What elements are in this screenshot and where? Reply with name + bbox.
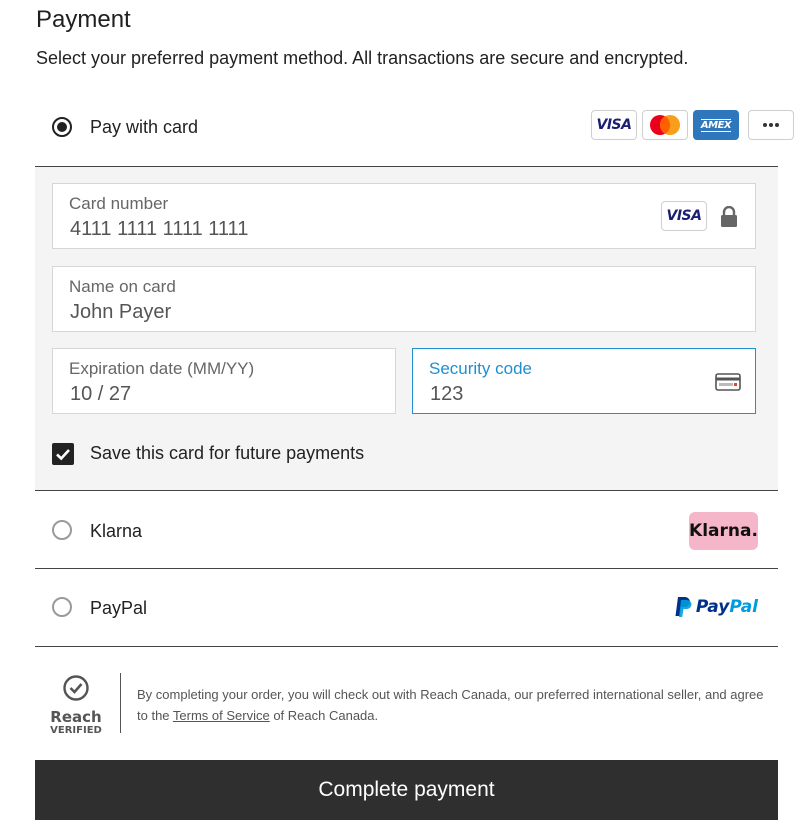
klarna-radio[interactable]: [52, 520, 72, 540]
klarna-logo: Klarna.: [689, 512, 758, 550]
mastercard-icon: [650, 115, 680, 135]
page-subtitle: Select your preferred payment method. Al…: [36, 48, 689, 68]
expiration-date-input[interactable]: 10 / 27: [70, 383, 131, 406]
security-code-input[interactable]: 123: [430, 383, 463, 406]
checkmark-icon: [56, 449, 70, 461]
paypal-radio[interactable]: [52, 597, 72, 617]
footer-separator: [120, 673, 121, 733]
visa-logo-text: VISA: [596, 117, 632, 133]
option-divider: [35, 568, 778, 569]
legal-text: By completing your order, you will check…: [137, 684, 767, 726]
security-code-field[interactable]: Security code 123: [412, 348, 756, 414]
legal-suffix: of Reach Canada.: [269, 708, 379, 723]
paypal-word-pay: Pay: [695, 597, 730, 617]
paypal-option-label: PayPal: [90, 598, 148, 618]
paypal-word-pal: Pal: [729, 597, 758, 617]
detected-card-brand: VISA: [661, 201, 707, 231]
security-code-label: Security code: [429, 359, 532, 378]
card-number-field[interactable]: Card number 4111 1111 1111 1111 VISA: [52, 183, 756, 249]
detected-card-brand-text: VISA: [666, 208, 702, 224]
name-on-card-label: Name on card: [69, 277, 176, 296]
expiration-date-label: Expiration date (MM/YY): [69, 359, 255, 378]
reach-verified-logo: Reach VERIFIED: [46, 674, 106, 736]
visa-logo: VISA: [591, 110, 637, 140]
reach-logo-word: Reach: [50, 708, 102, 726]
reach-logo-sub: VERIFIED: [50, 725, 102, 736]
mastercard-logo: [642, 110, 688, 140]
check-circle-icon: [63, 675, 89, 701]
card-brand-logos: VISA AMEX: [591, 110, 794, 140]
paypal-p-icon: [675, 597, 692, 617]
card-number-label: Card number: [69, 194, 169, 213]
lock-icon: [721, 206, 737, 227]
card-number-input[interactable]: 4111 1111 1111 1111: [70, 218, 248, 241]
more-cards-button[interactable]: [748, 110, 794, 140]
complete-payment-button[interactable]: Complete payment: [35, 760, 778, 820]
terms-of-service-link[interactable]: Terms of Service: [173, 708, 270, 723]
card-radio[interactable]: [52, 117, 72, 137]
amex-logo: AMEX: [693, 110, 739, 140]
card-cvc-icon: [715, 373, 741, 391]
amex-logo-text: AMEX: [700, 118, 732, 132]
card-option-label: Pay with card: [90, 117, 199, 137]
page-title: Payment: [36, 6, 131, 33]
expiration-date-field[interactable]: Expiration date (MM/YY) 10 / 27: [52, 348, 396, 414]
save-card-checkbox[interactable]: [52, 443, 74, 465]
card-form-panel: Card number 4111 1111 1111 1111 VISA Nam…: [35, 166, 778, 491]
name-on-card-field[interactable]: Name on card John Payer: [52, 266, 756, 332]
ellipsis-icon: [763, 123, 779, 127]
paypal-logo: PayPal: [674, 596, 758, 618]
klarna-option-label: Klarna: [90, 521, 143, 541]
save-card-label: Save this card for future payments: [90, 443, 365, 463]
name-on-card-input[interactable]: John Payer: [70, 301, 171, 324]
option-divider: [35, 646, 778, 647]
